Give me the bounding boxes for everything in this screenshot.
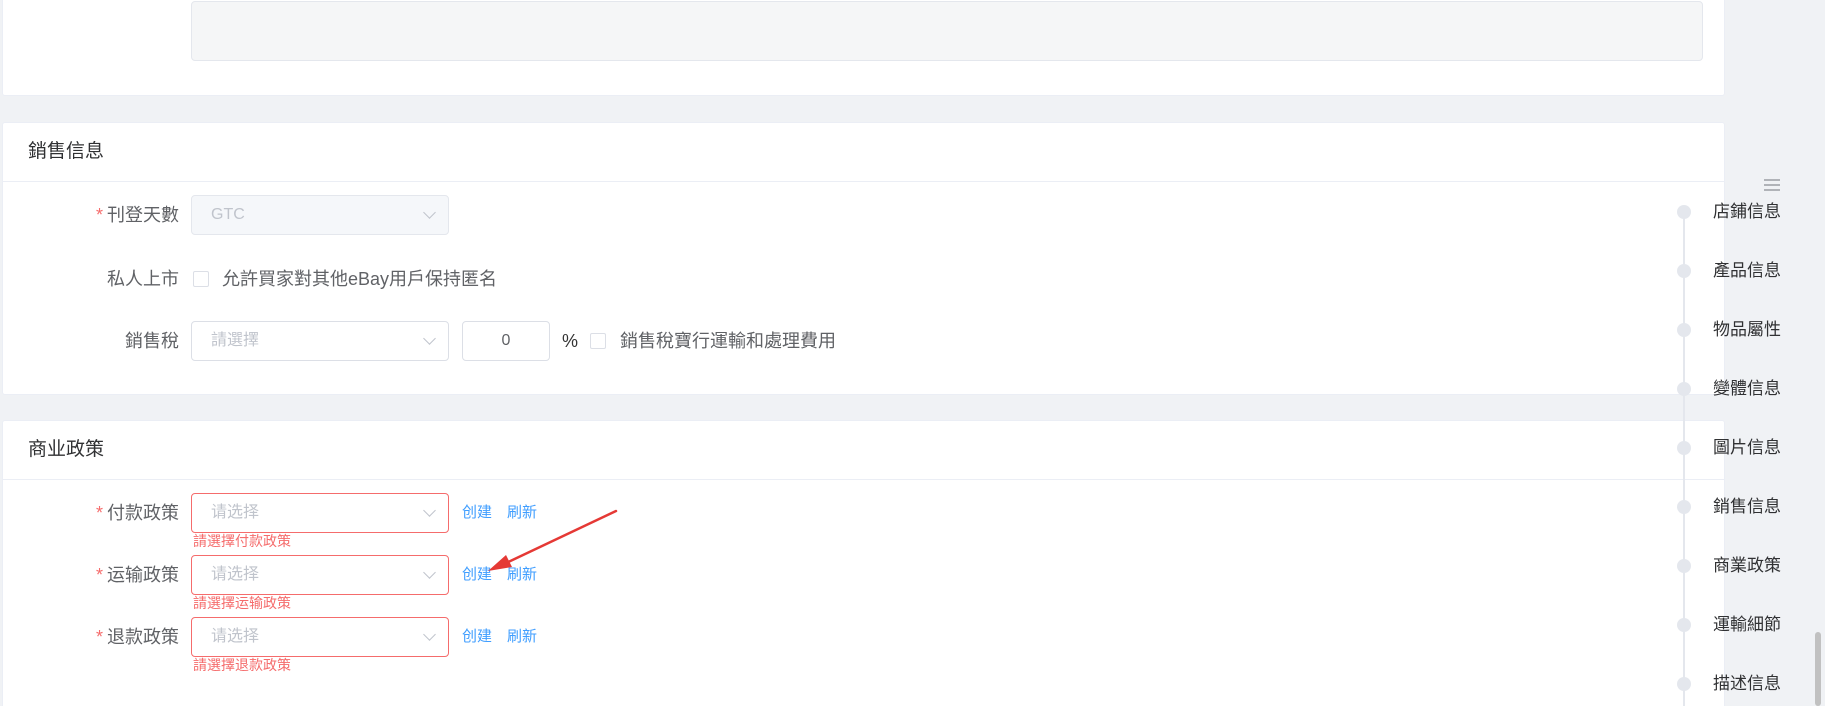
- payment-policy-row: * 付款政策 请选择 创建 刷新 請選擇付款政策: [3, 493, 1724, 549]
- tax-shipping-checkbox[interactable]: [590, 333, 606, 349]
- sales-tax-row: 銷售稅 請選擇 0 % 銷售稅寶行運輸和處理費用: [3, 321, 1724, 361]
- sales-info-title: 銷售信息: [3, 123, 1724, 182]
- sales-tax-label: 銷售稅: [125, 331, 179, 351]
- chevron-down-icon: [424, 631, 434, 641]
- scrollbar-track[interactable]: [1810, 0, 1825, 706]
- business-policy-card: 商业政策 * 付款政策 请选择 创建 刷新 請選擇付款政策 * 运输政策 请选择 创…: [2, 420, 1725, 706]
- chevron-down-icon: [424, 209, 434, 219]
- anchor-dot-icon: [1677, 323, 1691, 337]
- description-card: [2, 0, 1725, 96]
- anonymous-checkbox[interactable]: [193, 271, 209, 287]
- shipping-policy-select[interactable]: 请选择: [191, 555, 449, 595]
- sales-info-card: 銷售信息 * 刊登天數 GTC 私人上市 允許買家對其他eBay用戶保持匿名 銷售…: [2, 122, 1725, 395]
- required-mark: *: [95, 205, 103, 225]
- refund-policy-placeholder: 请选择: [211, 628, 260, 645]
- refund-refresh-link[interactable]: 刷新: [507, 617, 537, 657]
- payment-policy-placeholder: 请选择: [211, 504, 260, 521]
- anchor-dot-icon: [1677, 382, 1691, 396]
- tax-shipping-checkbox-label[interactable]: 銷售稅寶行運輸和處理費用: [620, 321, 836, 361]
- refund-policy-error: 請選擇退款政策: [193, 657, 291, 673]
- shipping-policy-placeholder: 请选择: [211, 566, 260, 583]
- annotation-arrow-icon: [488, 509, 618, 571]
- business-policy-title: 商业政策: [3, 421, 1724, 480]
- sales-tax-select[interactable]: 請選擇: [191, 321, 449, 361]
- anonymous-checkbox-label[interactable]: 允許買家對其他eBay用戶保持匿名: [222, 259, 497, 299]
- payment-policy-select[interactable]: 请选择: [191, 493, 449, 533]
- listing-days-label: * 刊登天數: [95, 205, 179, 225]
- payment-policy-error: 請選擇付款政策: [193, 533, 291, 549]
- anchor-dot-icon: [1677, 500, 1691, 514]
- percent-unit: %: [562, 331, 579, 351]
- page: 銷售信息 * 刊登天數 GTC 私人上市 允許買家對其他eBay用戶保持匿名 銷售…: [0, 0, 1825, 706]
- anchor-dot-icon: [1677, 205, 1691, 219]
- chevron-down-icon: [424, 507, 434, 517]
- menu-icon[interactable]: [1764, 179, 1780, 193]
- chevron-down-icon: [424, 335, 434, 345]
- shipping-policy-error: 請選擇运输政策: [193, 595, 291, 611]
- sales-tax-placeholder: 請選擇: [211, 332, 260, 349]
- listing-days-value: GTC: [211, 206, 245, 223]
- listing-days-row: * 刊登天數 GTC: [3, 195, 1724, 235]
- private-listing-label: 私人上市: [107, 269, 179, 289]
- anchor-dot-icon: [1677, 441, 1691, 455]
- anchor-dot-icon: [1677, 264, 1691, 278]
- sales-tax-rate-input[interactable]: 0: [462, 321, 550, 361]
- shipping-policy-row: * 运输政策 请选择 创建 刷新 請選擇运输政策: [3, 555, 1724, 611]
- refund-create-link[interactable]: 创建: [462, 617, 492, 657]
- refund-policy-row: * 退款政策 请选择 创建 刷新 請選擇退款政策: [3, 617, 1724, 673]
- refund-policy-select[interactable]: 请选择: [191, 617, 449, 657]
- anchor-dot-icon: [1677, 618, 1691, 632]
- listing-days-select[interactable]: GTC: [191, 195, 449, 235]
- anchor-dot-icon: [1677, 677, 1691, 691]
- payment-policy-label: * 付款政策: [95, 503, 179, 523]
- shipping-policy-label: * 运输政策: [95, 565, 179, 585]
- description-textarea[interactable]: [191, 1, 1703, 61]
- refund-policy-label: * 退款政策: [95, 627, 179, 647]
- private-listing-row: 私人上市 允許買家對其他eBay用戶保持匿名: [3, 259, 1724, 299]
- anchor-dot-icon: [1677, 559, 1691, 573]
- scrollbar-thumb[interactable]: [1815, 632, 1821, 706]
- chevron-down-icon: [424, 569, 434, 579]
